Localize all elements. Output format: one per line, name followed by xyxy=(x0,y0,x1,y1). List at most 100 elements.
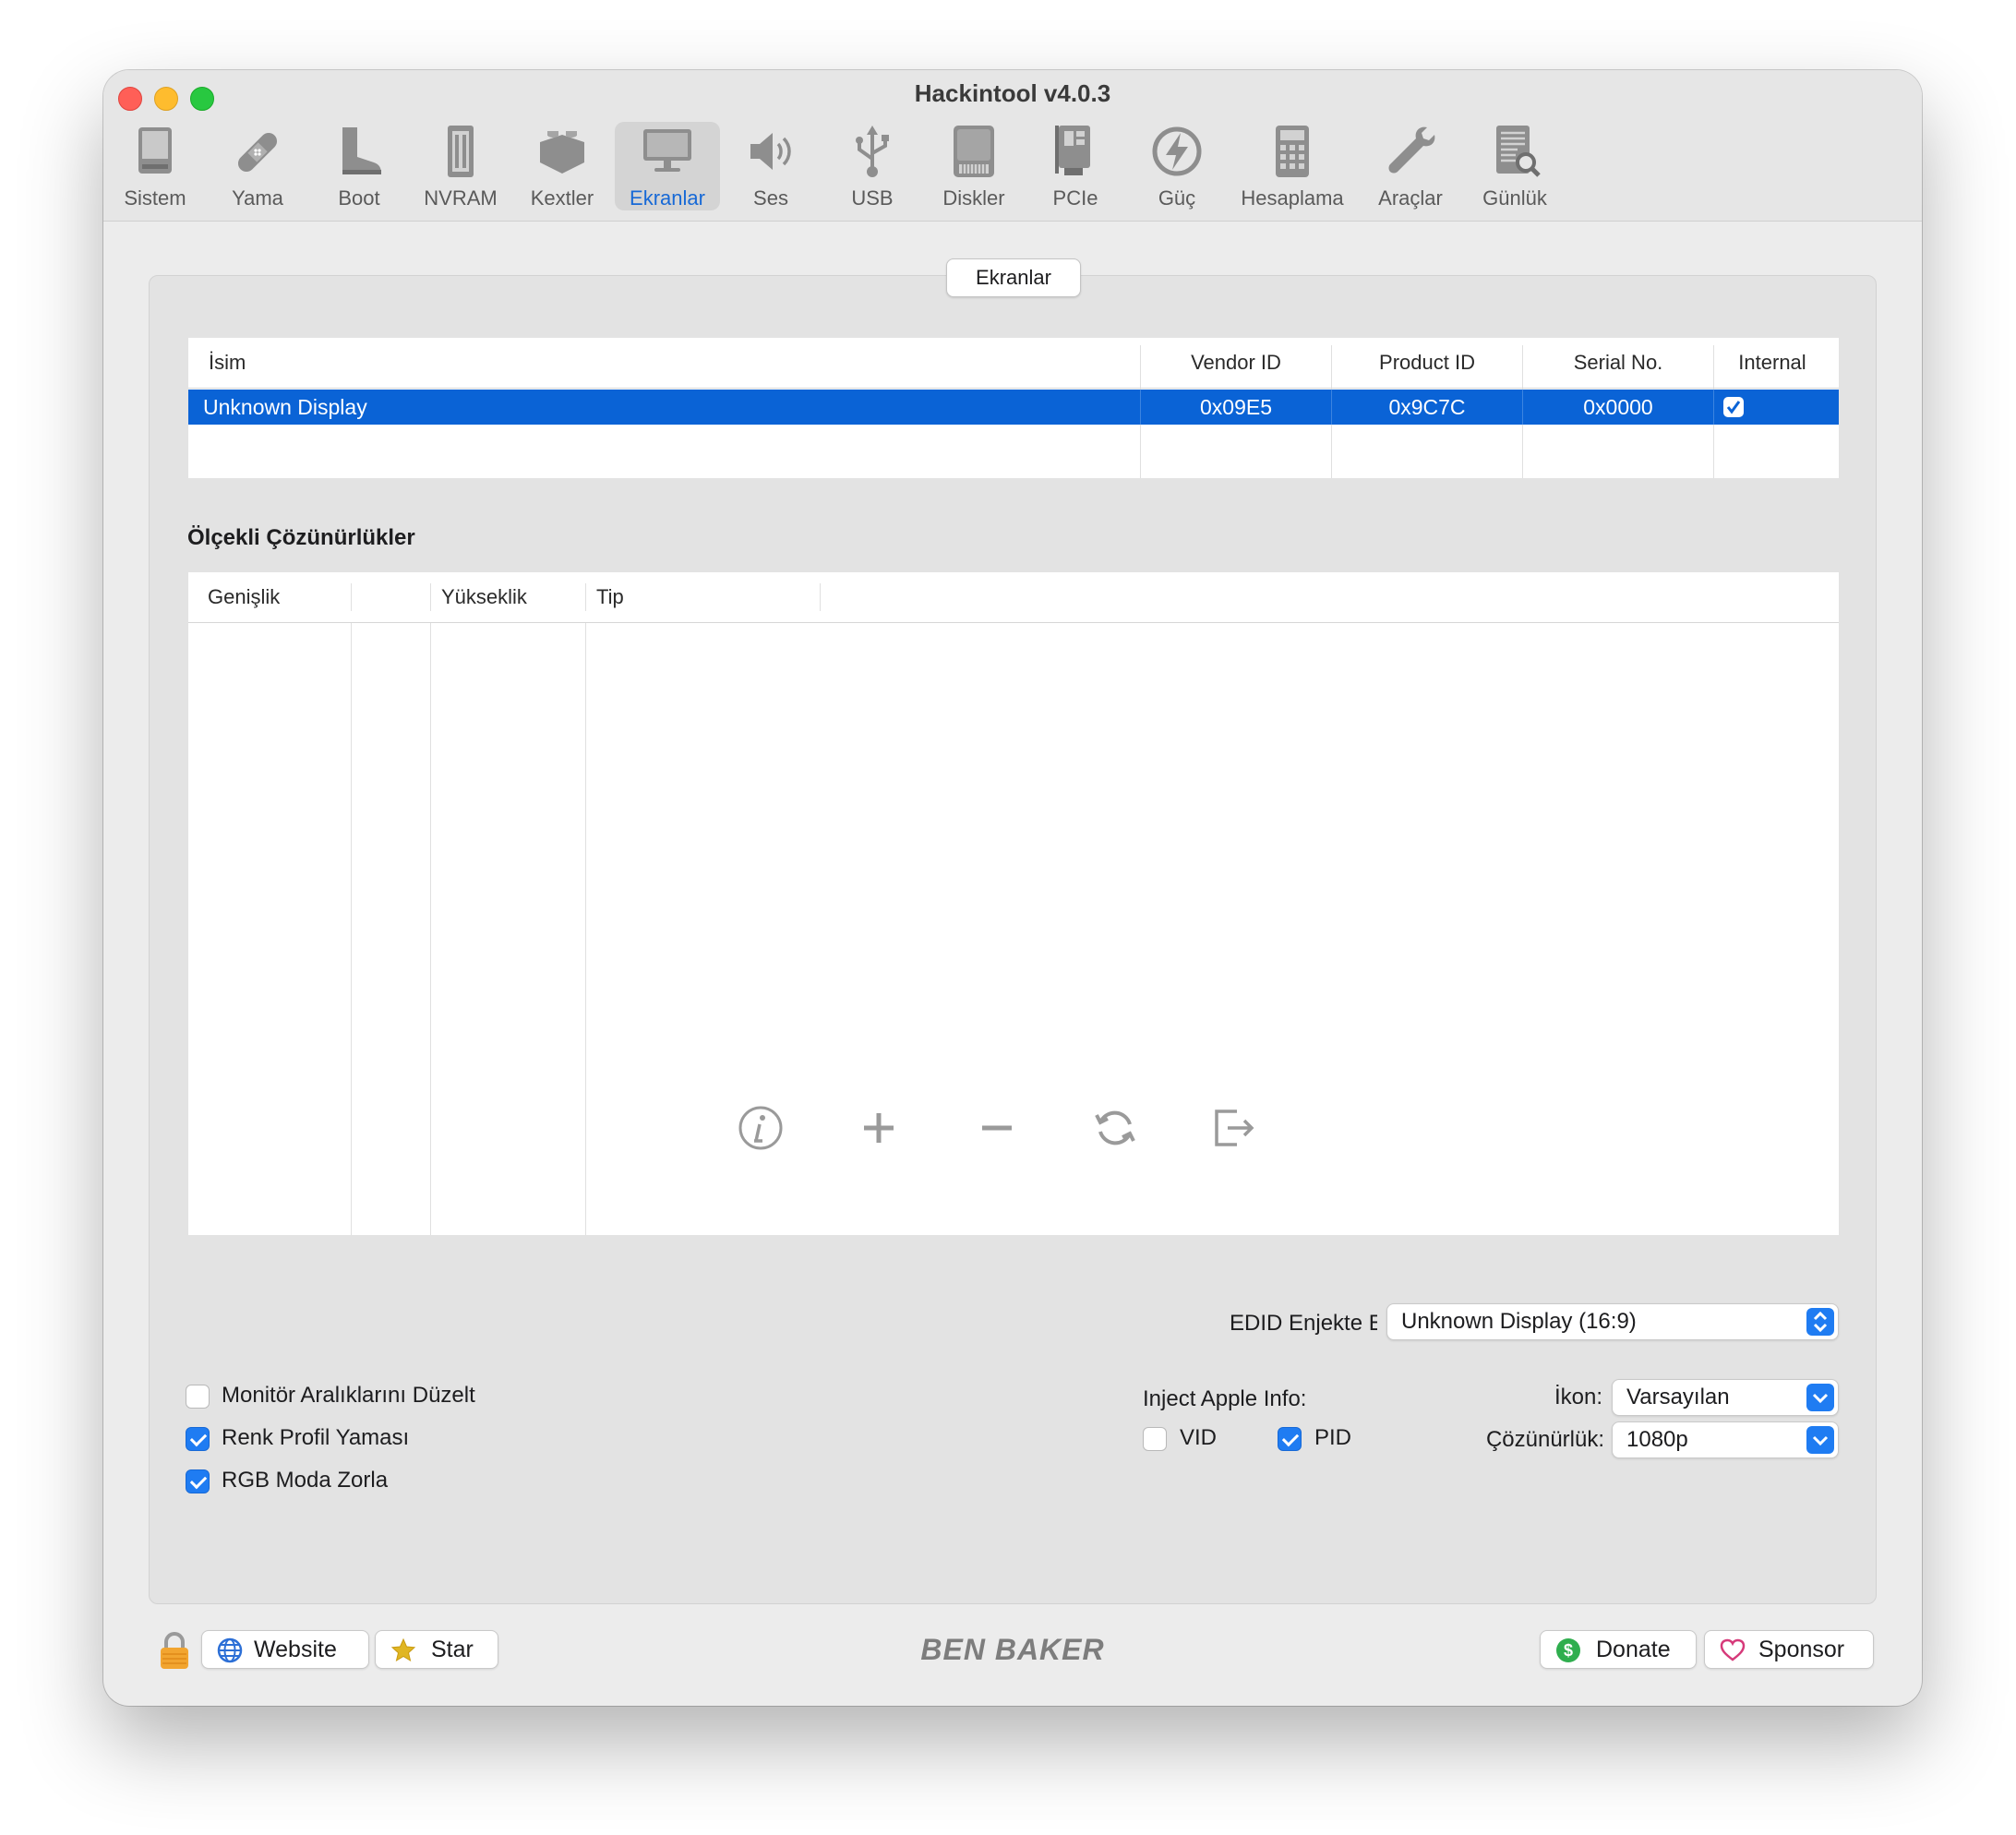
force-rgb-mode-checkbox[interactable] xyxy=(186,1469,210,1493)
column-divider xyxy=(1522,390,1523,425)
internal-checkbox[interactable] xyxy=(1722,396,1745,418)
export-icon[interactable] xyxy=(1207,1102,1259,1154)
fix-monitor-ranges-checkbox[interactable] xyxy=(186,1385,210,1409)
toolbar-label: Kextler xyxy=(530,186,594,210)
edid-inject-label: EDID Enjekte E xyxy=(1230,1311,1377,1336)
display-icon xyxy=(643,129,691,172)
toolbar-boot[interactable]: Boot xyxy=(308,122,410,214)
website-button[interactable]: Website xyxy=(201,1630,369,1669)
column-divider xyxy=(430,623,431,1235)
column-divider xyxy=(351,583,352,611)
toolbar-araclar[interactable]: Araçlar xyxy=(1357,122,1464,214)
fix-monitor-ranges-label: Monitör Aralıklarını Düzelt xyxy=(222,1383,475,1408)
color-profile-patch-label: Renk Profil Yaması xyxy=(222,1425,410,1450)
icon-select-value: Varsayılan xyxy=(1626,1385,1730,1409)
toolbar-nvram[interactable]: NVRAM xyxy=(410,122,511,214)
column-divider xyxy=(1140,390,1141,425)
toolbar-label: Güç xyxy=(1158,186,1196,210)
star-icon xyxy=(390,1637,416,1662)
toolbar-sistem[interactable]: Sistem xyxy=(103,122,207,214)
displays-table: İsim Vendor ID Product ID Serial No. Int… xyxy=(188,338,1839,478)
cell-name: Unknown Display xyxy=(203,395,367,419)
column-header-serial-no[interactable]: Serial No. xyxy=(1523,338,1713,388)
dollar-icon: $ xyxy=(1556,1638,1580,1662)
donate-label: Donate xyxy=(1596,1637,1671,1662)
edid-inject-value: Unknown Display (16:9) xyxy=(1401,1309,1637,1334)
toolbar-hesaplama[interactable]: Hesaplama xyxy=(1228,122,1357,214)
column-header-vendor-id[interactable]: Vendor ID xyxy=(1141,338,1331,388)
vid-checkbox[interactable] xyxy=(1143,1427,1167,1451)
toolbar-usb[interactable]: USB xyxy=(822,122,923,214)
toolbar-label: NVRAM xyxy=(424,186,498,210)
resolution-select-value: 1080p xyxy=(1626,1427,1688,1452)
chevron-down-icon xyxy=(1806,1426,1834,1454)
pid-label: PID xyxy=(1314,1425,1352,1450)
toolbar-pcie[interactable]: PCIe xyxy=(1025,122,1126,214)
toolbar-label: Sistem xyxy=(124,186,186,210)
toolbar-label: Ses xyxy=(753,186,788,210)
column-header-internal[interactable]: Internal xyxy=(1714,338,1830,388)
sponsor-button[interactable]: Sponsor xyxy=(1704,1630,1874,1669)
column-header-height[interactable]: Yükseklik xyxy=(441,572,527,622)
toolbar-yama[interactable]: Yama xyxy=(207,122,308,214)
column-divider xyxy=(585,623,586,1235)
website-label: Website xyxy=(254,1637,337,1662)
color-profile-patch-checkbox[interactable] xyxy=(186,1427,210,1451)
toolbar-ses[interactable]: Ses xyxy=(720,122,822,214)
remove-icon[interactable] xyxy=(971,1102,1023,1154)
icon-select[interactable]: Varsayılan xyxy=(1612,1379,1839,1416)
toolbar-guc[interactable]: Güç xyxy=(1126,122,1228,214)
icon-label: İkon: xyxy=(1554,1385,1602,1409)
donate-button[interactable]: $ Donate xyxy=(1540,1630,1697,1669)
ben-baker-logo: BEN BAKER xyxy=(920,1633,1105,1666)
disk-icon xyxy=(954,126,994,177)
toolbar-label: PCIe xyxy=(1052,186,1098,210)
toolbar-kextler[interactable]: Kextler xyxy=(511,122,613,214)
column-divider xyxy=(1713,390,1714,425)
heart-icon xyxy=(1720,1638,1746,1661)
toolbar-label: Ekranlar xyxy=(630,186,705,210)
toolbar-label: Diskler xyxy=(942,186,1005,210)
titlebar: Hackintool v4.0.3 Sistem Yama Boot NVRAM… xyxy=(103,70,1922,222)
column-header-width[interactable]: Genişlik xyxy=(208,572,280,622)
header-divider xyxy=(188,622,1839,623)
toolbar-label: Yama xyxy=(232,186,283,210)
scaled-resolutions-title: Ölçekli Çözünürlükler xyxy=(187,525,415,550)
toolbar-label: USB xyxy=(851,186,894,210)
globe-icon xyxy=(217,1637,243,1663)
column-header-name[interactable]: İsim xyxy=(209,338,246,388)
cell-product-id: 0x9C7C xyxy=(1388,395,1466,419)
toolbar-label: Boot xyxy=(338,186,380,210)
table-row[interactable]: Unknown Display 0x09E5 0x9C7C 0x0000 xyxy=(188,390,1839,425)
toolbar-label: Araçlar xyxy=(1378,186,1443,210)
force-rgb-mode-label: RGB Moda Zorla xyxy=(222,1468,389,1493)
header-divider xyxy=(188,388,1839,389)
lock-icon[interactable] xyxy=(157,1630,192,1671)
cell-serial-no: 0x0000 xyxy=(1583,395,1653,419)
wrench-icon xyxy=(1388,126,1435,174)
calculator-icon xyxy=(1276,126,1309,177)
resolution-select[interactable]: 1080p xyxy=(1612,1421,1839,1458)
column-divider xyxy=(430,583,431,611)
sponsor-label: Sponsor xyxy=(1758,1637,1845,1662)
column-header-type[interactable]: Tip xyxy=(596,572,624,622)
log-document-icon xyxy=(1496,126,1541,177)
refresh-icon[interactable] xyxy=(1089,1102,1141,1154)
pid-checkbox[interactable] xyxy=(1278,1427,1302,1451)
window-title: Hackintool v4.0.3 xyxy=(914,79,1111,107)
edid-inject-select[interactable]: Unknown Display (16:9) xyxy=(1386,1303,1839,1340)
toolbar-diskler[interactable]: Diskler xyxy=(923,122,1025,214)
boot-icon xyxy=(342,127,381,174)
toolbar-label: Hesaplama xyxy=(1241,186,1344,210)
add-icon[interactable] xyxy=(853,1102,905,1154)
column-divider xyxy=(820,583,821,611)
app-window: Hackintool v4.0.3 Sistem Yama Boot NVRAM… xyxy=(103,70,1922,1706)
inject-apple-info-label: Inject Apple Info: xyxy=(1143,1386,1307,1411)
tab-ekranlar[interactable]: Ekranlar xyxy=(946,258,1081,297)
lego-brick-icon xyxy=(540,131,584,174)
info-icon[interactable] xyxy=(735,1102,786,1154)
star-button[interactable]: Star xyxy=(375,1630,498,1669)
toolbar-ekranlar[interactable]: Ekranlar xyxy=(615,122,720,210)
toolbar-gunluk[interactable]: Günlük xyxy=(1464,122,1566,214)
column-header-product-id[interactable]: Product ID xyxy=(1332,338,1522,388)
